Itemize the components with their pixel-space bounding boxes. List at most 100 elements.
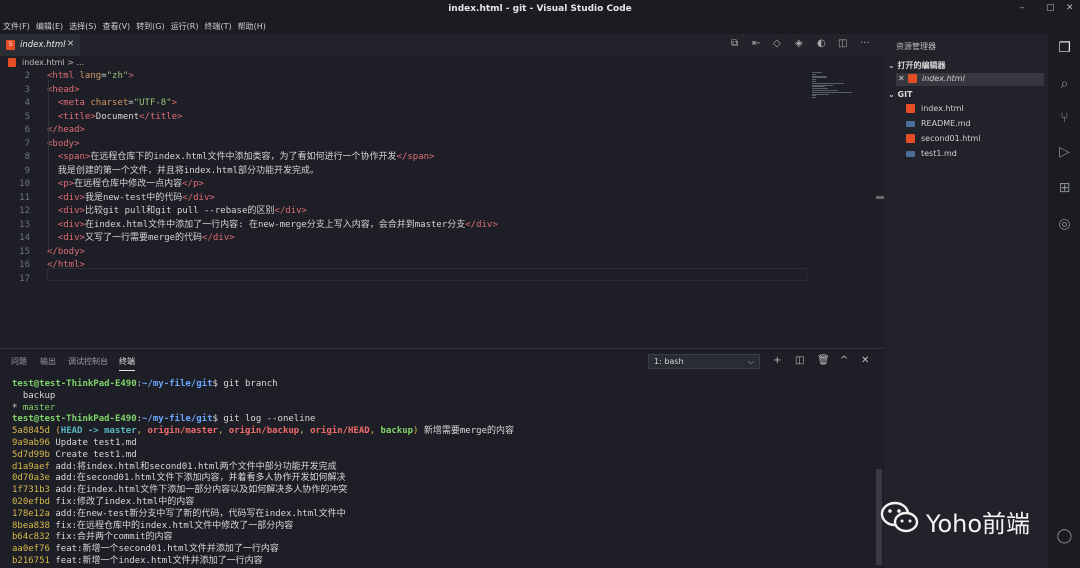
breadcrumb-path[interactable]: index.html > ...	[22, 58, 84, 67]
explorer-icon[interactable]: ❐	[1056, 40, 1073, 57]
code-editor[interactable]: 2 <html lang="zh"> 3 <head> 4 <meta charset=…	[0, 70, 808, 348]
extensions-icon[interactable]: ⊞	[1056, 180, 1073, 197]
title-bar: index.html - git - Visual Studio Code – …	[0, 0, 1080, 18]
remote-icon[interactable]: ◎	[1056, 216, 1073, 233]
folder-label: GIT	[897, 90, 913, 99]
tab-terminal[interactable]: 终端	[119, 356, 135, 371]
code-line: 4 <meta charset="UTF-8">	[0, 97, 808, 111]
commit-row: 1f731b3 add:在index.html文件下添加一部分内容以及如何解决多…	[12, 485, 872, 497]
code-line: 15 </body>	[0, 246, 808, 260]
ref-origin-backup: origin/backup	[228, 426, 300, 437]
minimap-line	[812, 97, 817, 99]
chevron-down-icon: ⌄	[888, 90, 898, 99]
prompt-user: test@test-ThinkPad-E490	[12, 379, 137, 389]
kill-terminal-icon[interactable]: 🗑	[817, 355, 830, 366]
line-number: 15	[19, 246, 30, 257]
line-number: 17	[19, 273, 30, 284]
menu-selection[interactable]: 选择(S)	[66, 18, 99, 34]
compare-icon[interactable]: ◐	[817, 38, 826, 49]
menu-go[interactable]: 转到(G)	[133, 18, 167, 34]
line-content: <title>Document</title>	[57, 111, 183, 122]
editor-scrollbar[interactable]	[876, 196, 884, 199]
menu-run[interactable]: 运行(R)	[168, 18, 202, 34]
code-line: 5 <title>Document</title>	[0, 111, 808, 125]
commit-row: d1a9aef add:将index.html和second01.html两个文…	[12, 462, 872, 474]
open-editors-section[interactable]: ⌄ 打开的编辑器	[888, 60, 946, 71]
more-actions-icon[interactable]: ···	[860, 38, 870, 49]
commit-row: 5d7d99b Create test1.md	[12, 450, 872, 462]
line-number: 16	[19, 260, 30, 270]
line-content: 我是创建的第一个文件，并且将index.html部分功能开发完成。	[57, 165, 320, 176]
account-icon[interactable]: ◯	[1056, 528, 1073, 545]
menu-file[interactable]: 文件(F)	[0, 18, 33, 34]
menu-edit[interactable]: 编辑(E)	[33, 18, 66, 34]
commit-hash: 8bea838	[12, 520, 50, 531]
terminal-shell-select[interactable]: 1: bash ⌵	[648, 354, 760, 369]
revert-icon[interactable]: ◇	[773, 38, 781, 49]
line-content: <head>	[47, 84, 80, 95]
commit-message: add:在index.html文件下添加一部分内容以及如何解决多人协作的冲突	[55, 485, 348, 496]
commit-hash: d1a9aef	[12, 461, 50, 472]
file-readme-md[interactable]: README.md	[906, 118, 1046, 131]
wechat-logo-icon	[880, 501, 919, 533]
commit-hash: 1f731b3	[12, 485, 50, 496]
file-label: index.html	[921, 104, 964, 113]
close-window-button[interactable]: ✕	[1066, 3, 1074, 13]
next-change-icon[interactable]: ◈	[795, 38, 803, 49]
source-control-icon[interactable]: ⑂	[1056, 110, 1073, 127]
ref-origin-master: origin/master	[147, 426, 218, 437]
current-line-highlight	[47, 268, 807, 281]
close-tab-icon[interactable]: ✕	[67, 39, 74, 49]
code-line: 13 <div>在index.html文件中添加了一行内容: 在new-merg…	[0, 219, 808, 233]
tab-debug-console[interactable]: 调试控制台	[68, 356, 108, 367]
open-changes-icon[interactable]: ⧉	[731, 38, 738, 49]
line-content: <meta charset="UTF-8">	[57, 98, 178, 108]
line-number: 7	[24, 138, 30, 149]
commit-row: aa0ef76 feat:新增一个second01.html文件并添加了一行内容	[12, 544, 872, 556]
run-debug-icon[interactable]: ▷	[1056, 144, 1073, 161]
explorer-sidebar: 资源管理器 ⌄ 打开的编辑器 ✕ index.html ⌄ GIT index.…	[884, 34, 1048, 567]
new-terminal-icon[interactable]: +	[773, 355, 781, 366]
open-editor-index-html[interactable]: ✕ index.html	[896, 73, 1044, 86]
line-content: <p>在远程仓库中修改一点内容</p>	[57, 179, 204, 189]
close-icon[interactable]: ✕	[898, 74, 905, 83]
markdown-file-icon	[906, 121, 915, 127]
split-editor-icon[interactable]: ◫	[838, 38, 847, 49]
terminal-line-branch: backup	[12, 390, 56, 401]
line-number: 3	[24, 84, 30, 95]
line-number: 8	[24, 152, 30, 162]
commit-message: Create test1.md	[55, 449, 137, 460]
previous-change-icon[interactable]: ⇤	[752, 38, 760, 49]
minimap[interactable]	[808, 70, 884, 348]
tab-problems[interactable]: 问题	[11, 356, 27, 367]
maximize-panel-icon[interactable]: ^	[840, 355, 848, 366]
file-label: test1.md	[921, 149, 957, 158]
menu-view[interactable]: 查看(V)	[99, 18, 133, 34]
close-panel-icon[interactable]: ✕	[861, 355, 869, 366]
maximize-button[interactable]: ▢	[1046, 3, 1055, 13]
file-index-html[interactable]: index.html	[906, 103, 1046, 116]
tab-output[interactable]: 输出	[40, 356, 56, 367]
line-content: </body>	[47, 246, 85, 257]
ref-head: HEAD -> master	[60, 426, 137, 437]
file-test1-md[interactable]: test1.md	[906, 148, 1046, 161]
search-icon[interactable]: ⌕	[1056, 76, 1073, 93]
tab-index-html[interactable]: 5 index.html ✕	[0, 34, 80, 56]
menu-terminal[interactable]: 终端(T)	[201, 18, 234, 34]
file-second01-html[interactable]: second01.html	[906, 133, 1046, 146]
watermark-text: Yoho前端	[926, 510, 1031, 538]
window-title: index.html - git - Visual Studio Code	[448, 4, 632, 14]
terminal-output[interactable]: test@test-ThinkPad-E490:~/my-file/git$ g…	[12, 379, 872, 568]
minimize-button[interactable]: –	[1020, 3, 1025, 13]
git-folder-section[interactable]: ⌄ GIT	[888, 90, 913, 99]
ref-origin-head: origin/HEAD	[310, 426, 370, 437]
code-line: 14 <div>又写了一行需要merge的代码</div>	[0, 232, 808, 246]
prompt-path: ~/my-file/git	[142, 414, 213, 425]
line-number: 13	[19, 219, 30, 230]
menu-help[interactable]: 帮助(H)	[235, 18, 269, 34]
file-label: README.md	[921, 119, 971, 128]
command-text: git log --oneline	[223, 414, 316, 425]
tab-label: index.html	[20, 40, 66, 50]
split-terminal-icon[interactable]: ◫	[795, 355, 804, 366]
code-line: 7 <body>	[0, 138, 808, 152]
